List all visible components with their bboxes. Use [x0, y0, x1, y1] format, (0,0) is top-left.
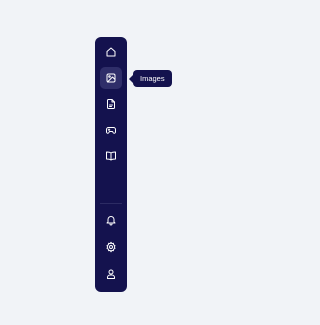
sidebar-item-documents[interactable]: [100, 93, 122, 115]
sidebar-item-home[interactable]: [100, 41, 122, 63]
sidebar-item-library[interactable]: [100, 145, 122, 167]
book-icon: [106, 151, 116, 161]
sidebar-item-images[interactable]: [100, 67, 122, 89]
sidebar-item-notifications[interactable]: [100, 209, 122, 231]
images-tooltip: Images: [129, 70, 172, 87]
sidebar-item-games[interactable]: [100, 119, 122, 141]
sidebar-divider: [100, 203, 122, 204]
home-icon: [106, 47, 116, 57]
image-icon: [106, 73, 116, 83]
sidebar: [95, 37, 127, 292]
gamepad-icon: [106, 127, 116, 134]
gear-icon: [106, 241, 116, 253]
sidebar-item-settings[interactable]: [100, 236, 122, 258]
sidebar-item-profile[interactable]: [100, 263, 122, 285]
bell-icon: [106, 216, 116, 226]
document-icon: [107, 99, 115, 109]
user-icon: [107, 269, 115, 279]
page: Images: [0, 0, 220, 325]
